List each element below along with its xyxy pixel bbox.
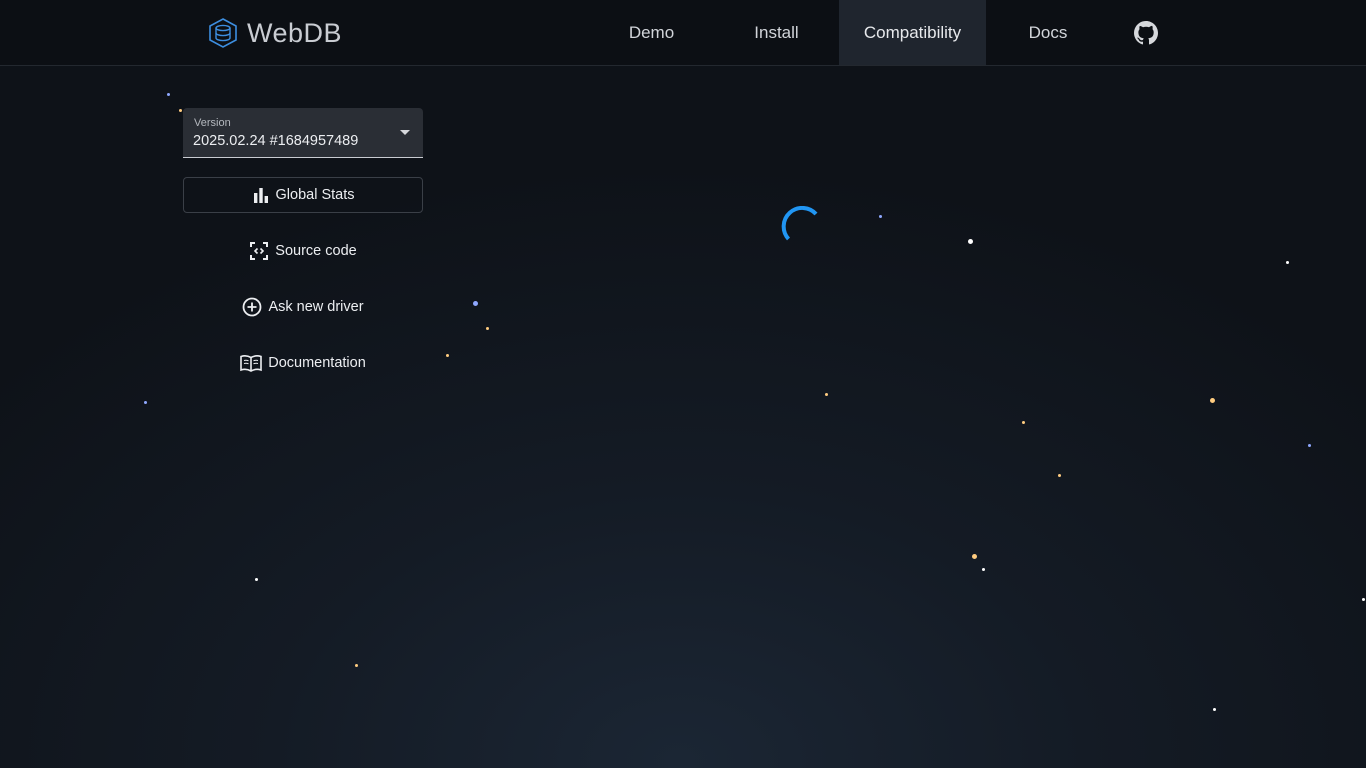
source-code-button[interactable]: Source code [183, 233, 423, 269]
nav-demo-label: Demo [628, 22, 675, 42]
star [825, 393, 828, 396]
version-label: Version [194, 117, 231, 129]
nav-compatibility-label: Compatibility [863, 22, 962, 42]
documentation-label: Documentation [268, 355, 366, 371]
webdb-logo-icon [209, 18, 237, 48]
star [355, 664, 358, 667]
star [1210, 398, 1215, 403]
plus-circle-icon [243, 297, 262, 317]
star [1308, 444, 1311, 447]
star [255, 578, 258, 581]
star [972, 554, 977, 559]
star [446, 354, 449, 357]
nav-install-label: Install [754, 22, 799, 42]
star [473, 301, 478, 306]
star [1058, 474, 1061, 477]
bar-chart-icon [253, 188, 268, 203]
star [144, 401, 147, 404]
top-navigation-bar: WebDB Demo Install Compatibility Docs [0, 0, 1366, 66]
code-scan-icon [250, 242, 269, 260]
nav-compatibility[interactable]: Compatibility [839, 0, 986, 65]
star [968, 239, 973, 244]
nav-demo[interactable]: Demo [605, 0, 698, 65]
ask-new-driver-button[interactable]: Ask new driver [183, 289, 423, 325]
brand[interactable]: WebDB [207, 15, 342, 51]
star [1213, 708, 1216, 711]
github-icon[interactable] [1134, 21, 1158, 45]
star [486, 327, 489, 330]
brand-name: WebDB [247, 17, 343, 48]
star [1362, 598, 1365, 601]
source-code-label: Source code [275, 243, 357, 259]
nav-docs-label: Docs [1028, 22, 1068, 42]
chevron-down-icon [400, 130, 410, 135]
ask-new-driver-label: Ask new driver [268, 299, 364, 315]
documentation-button[interactable]: Documentation [183, 345, 423, 381]
global-stats-button[interactable]: Global Stats [183, 177, 423, 213]
version-select[interactable]: Version 2025.02.24 #1684957489 [183, 108, 423, 158]
star [982, 568, 985, 571]
star [1022, 421, 1025, 424]
loading-spinner [781, 206, 818, 241]
star [167, 93, 170, 96]
book-icon [240, 355, 263, 372]
star [179, 109, 182, 112]
nav-install[interactable]: Install [729, 0, 824, 65]
version-value: 2025.02.24 #1684957489 [193, 133, 359, 149]
star [879, 215, 882, 218]
nav-docs[interactable]: Docs [1004, 0, 1092, 65]
star [1286, 261, 1289, 264]
global-stats-label: Global Stats [275, 187, 355, 203]
